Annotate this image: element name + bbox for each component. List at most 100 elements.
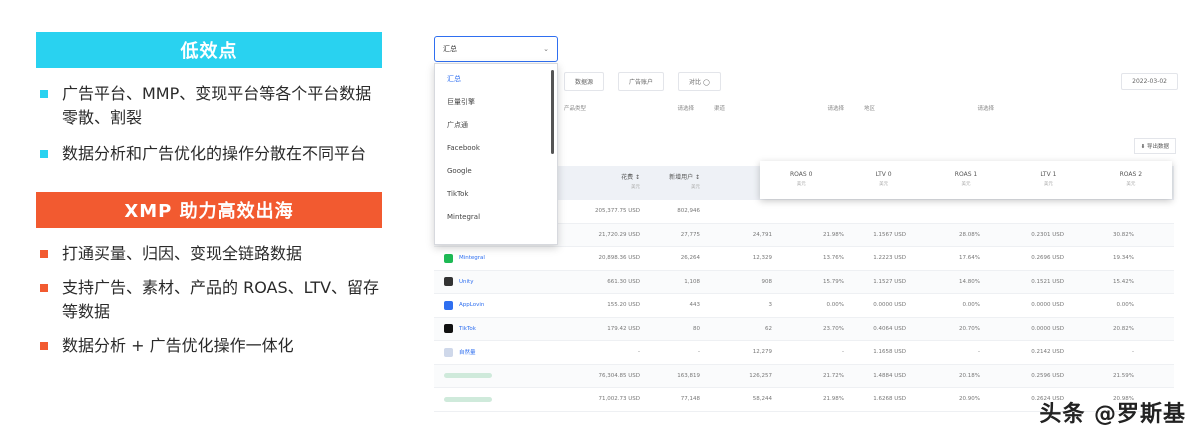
table-cell: 1.1567 USD	[873, 231, 906, 238]
table-cell: 14.80%	[959, 278, 980, 285]
col-new-users[interactable]: 新增用户 ↕ 美元	[640, 173, 700, 193]
table-cell: 12,329	[752, 255, 772, 262]
problem-text: 广告平台、MMP、变现平台等各个平台数据零散、割裂	[62, 84, 372, 127]
table-row[interactable]: 自然量 - - 12,279 - 1.1658 USD - 0.2142 USD -	[434, 341, 1174, 365]
solutions-banner: XMP 助力高效出海	[36, 192, 382, 228]
table-cell: 0.00%	[1116, 302, 1134, 309]
table-cell: 0.4064 USD	[873, 325, 906, 332]
table-cell: 155.20 USD	[607, 302, 640, 309]
table-cell: 21.72%	[823, 372, 844, 379]
dashboard-screenshot: 汇总 ⌄ 汇总 巨量引擎 广点通 Facebook Google TikTok …	[424, 28, 1184, 413]
table-cell: 71,002.73 USD	[598, 396, 641, 403]
problems-list: 广告平台、MMP、变现平台等各个平台数据零散、割裂 数据分析和广告优化的操作分散…	[36, 82, 386, 166]
row-name[interactable]: TikTok	[434, 324, 544, 334]
table-cell: 19.34%	[1113, 255, 1134, 262]
table-cell: 0.00%	[962, 302, 980, 309]
table-cell: -	[638, 349, 640, 356]
channel-dropdown-menu: 汇总 巨量引擎 广点通 Facebook Google TikTok Minte…	[434, 63, 558, 245]
table-row[interactable]: 76,304.85 USD 163,819 126,257 21.72% 1.4884 …	[434, 364, 1174, 388]
col-roas0[interactable]: ROAS 0 美元	[760, 170, 842, 190]
toolbar: 数据源 广告账户 对比 ◯ 2022-03-02	[564, 68, 1184, 94]
row-name[interactable]: Unity	[434, 277, 544, 287]
dropdown-scrollbar[interactable]	[551, 70, 554, 154]
table-cell: 58,244	[752, 396, 772, 403]
channel-logo-icon	[444, 347, 453, 357]
dropdown-option[interactable]: 巨量引擎	[435, 91, 557, 114]
table-cell: 0.2142 USD	[1031, 349, 1064, 356]
column-popover: ROAS 0 美元 LTV 0 美元 ROAS 1 美元 LTV 1 美元 ROAS 2…	[760, 161, 1172, 199]
redacted-name	[444, 396, 492, 402]
table-cell: 1,108	[684, 278, 700, 285]
table-cell: 802,946	[677, 208, 700, 215]
col-roas1[interactable]: ROAS 1 美元	[925, 170, 1007, 190]
table-cell: 443	[689, 302, 701, 309]
table-cell: 1.1658 USD	[873, 349, 906, 356]
data-source-button[interactable]: 数据源	[564, 71, 605, 91]
table-cell: 23.70%	[823, 325, 844, 332]
table-cell: 12,279	[752, 349, 772, 356]
bullet-icon	[40, 250, 48, 258]
table-cell: 62	[765, 325, 772, 332]
filter-channel[interactable]: 渠道 请选择	[714, 104, 864, 120]
table-cell: -	[842, 349, 844, 356]
dropdown-option[interactable]: Google	[435, 160, 557, 183]
table-cell: 205,377.75 USD	[595, 208, 640, 215]
bullet-icon	[40, 284, 48, 292]
redacted-name	[444, 373, 492, 379]
bullet-icon	[40, 342, 48, 350]
list-item: 打通买量、归因、变现全链路数据	[36, 242, 386, 266]
col-ltv1[interactable]: LTV 1 美元	[1007, 170, 1089, 190]
dropdown-option[interactable]: Facebook	[435, 137, 557, 160]
table-cell: 20.70%	[959, 325, 980, 332]
table-row[interactable]: Unity 661.30 USD 1,108 908 15.79% 1.1527 USD 1…	[434, 270, 1174, 294]
row-name[interactable]: AppLovin	[434, 300, 544, 310]
table-cell: 1.2223 USD	[873, 255, 906, 262]
date-picker[interactable]: 2022-03-02	[1121, 72, 1178, 90]
row-name[interactable]	[434, 396, 544, 402]
table-row[interactable]: AppLovin 155.20 USD 443 3 0.00% 0.0000 USD 0.0…	[434, 294, 1174, 318]
dropdown-option[interactable]: Mintegral	[435, 206, 557, 229]
table-cell: -	[698, 349, 700, 356]
table-cell: 80	[693, 325, 700, 332]
row-name[interactable]	[434, 373, 544, 379]
table-cell: 26,264	[680, 255, 700, 262]
table-cell: 13.76%	[823, 255, 844, 262]
dropdown-option[interactable]: TikTok	[435, 183, 557, 206]
chevron-down-icon: ⌄	[543, 45, 549, 53]
compare-toggle[interactable]: 对比 ◯	[678, 71, 721, 91]
filters-row: 产品类型 请选择 渠道 请选择 地区 请选择	[564, 104, 1184, 120]
table-cell: 1.4884 USD	[873, 372, 906, 379]
table-cell: 1.1527 USD	[873, 278, 906, 285]
bullet-icon	[40, 150, 48, 158]
filter-region[interactable]: 地区 请选择	[864, 104, 1014, 120]
list-item: 数据分析和广告优化的操作分散在不同平台	[36, 142, 386, 166]
table-cell: 21.98%	[823, 396, 844, 403]
table-row[interactable]: Mintegral 20,898.36 USD 26,264 12,329 13.76%…	[434, 247, 1174, 271]
filter-product-type[interactable]: 产品类型 请选择	[564, 104, 714, 120]
table-cell: 0.0000 USD	[1031, 325, 1064, 332]
row-name[interactable]: Mintegral	[434, 253, 544, 263]
table-cell: 21.98%	[823, 231, 844, 238]
channel-select[interactable]: 汇总 ⌄	[434, 36, 558, 62]
export-button[interactable]: ⬇ 导出数据	[1133, 138, 1176, 154]
table-cell: 0.2696 USD	[1031, 255, 1064, 262]
col-roas2[interactable]: ROAS 2 美元	[1090, 170, 1172, 190]
col-ltv0[interactable]: LTV 0 美元	[842, 170, 924, 190]
channel-logo-icon	[444, 324, 453, 334]
solution-text: 打通买量、归因、变现全链路数据	[62, 244, 303, 263]
row-name[interactable]: 自然量	[434, 347, 544, 357]
table-row[interactable]: TikTok 179.42 USD 80 62 23.70% 0.4064 USD 20.7…	[434, 317, 1174, 341]
table-cell: 77,148	[680, 396, 700, 403]
table-cell: 0.0000 USD	[873, 302, 906, 309]
table-cell: 179.42 USD	[607, 325, 640, 332]
col-spend[interactable]: 花费 ↕ 美元	[544, 173, 640, 193]
table-cell: 126,257	[749, 372, 772, 379]
dropdown-option[interactable]: 广点通	[435, 114, 557, 137]
table-cell: 15.79%	[823, 278, 844, 285]
table-cell: 0.00%	[826, 302, 844, 309]
channel-select-value: 汇总	[443, 45, 457, 53]
dropdown-option[interactable]: 汇总	[435, 68, 557, 91]
table-cell: 163,819	[677, 372, 700, 379]
problems-banner: 低效点	[36, 32, 382, 68]
ad-account-button[interactable]: 广告账户	[618, 71, 665, 91]
